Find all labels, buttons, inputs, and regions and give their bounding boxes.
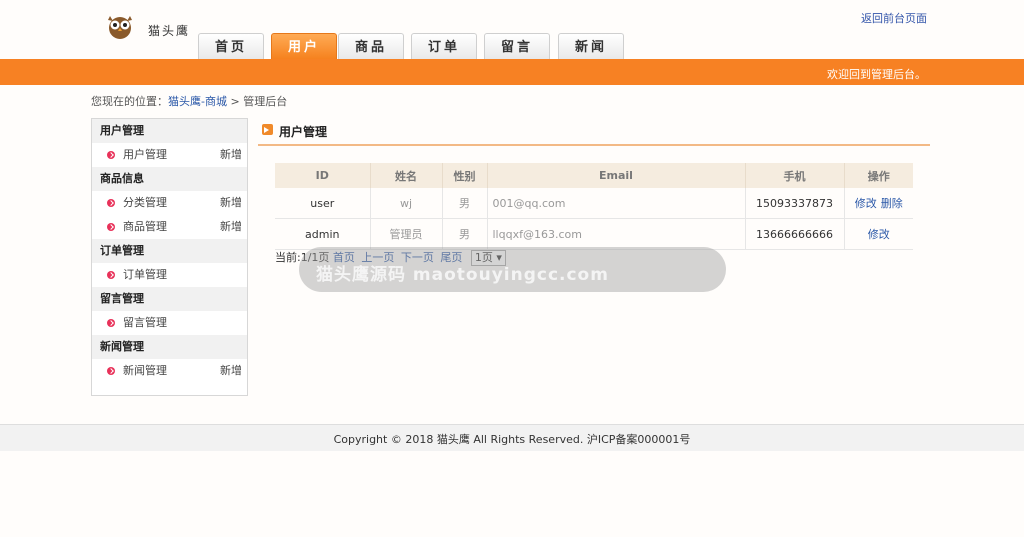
watermark-text: 猫头鹰源码 maotouyingcc.com: [316, 265, 609, 285]
tab-orders[interactable]: 订单: [411, 33, 477, 59]
sidebar-item-news-management[interactable]: 新闻管理 新增: [92, 359, 247, 383]
bullet-icon: [107, 319, 115, 327]
back-to-frontend-link[interactable]: 返回前台页面: [861, 10, 927, 26]
title-divider: [258, 144, 930, 146]
edit-link[interactable]: 修改: [868, 228, 890, 241]
tab-products[interactable]: 商品: [338, 33, 404, 59]
tab-users[interactable]: 用户: [271, 33, 337, 60]
bullet-icon: [107, 223, 115, 231]
breadcrumb-separator: >: [230, 95, 240, 108]
table-header: ID 姓名 性别 Email 手机 操作: [275, 163, 913, 188]
sidebar-group-news: 新闻管理: [92, 335, 247, 359]
cell-id: user: [275, 188, 371, 219]
delete-link[interactable]: 删除: [881, 197, 903, 210]
cell-gender: 男: [442, 218, 488, 250]
cell-email: 001@qq.com: [487, 188, 746, 219]
add-category-link[interactable]: 新增: [220, 191, 242, 215]
sidebar-item-label[interactable]: 新闻管理: [123, 364, 167, 377]
table-row: user wj 男 001@qq.com 15093337873 修改 删除: [275, 188, 913, 219]
add-product-link[interactable]: 新增: [220, 215, 242, 239]
logo-text: 猫头鹰: [148, 24, 191, 38]
bullet-icon: [107, 151, 115, 159]
sidebar-item-label[interactable]: 留言管理: [123, 316, 167, 329]
cell-name: wj: [370, 188, 443, 219]
cell-phone: 15093337873: [745, 188, 845, 219]
sidebar-item-label[interactable]: 用户管理: [123, 148, 167, 161]
sidebar-group-users: 用户管理: [92, 119, 247, 143]
tab-news[interactable]: 新闻: [558, 33, 624, 59]
cell-phone: 13666666666: [745, 218, 845, 250]
sidebar-group-messages: 留言管理: [92, 287, 247, 311]
user-table: ID 姓名 性别 Email 手机 操作 user wj 男 001@qq.co…: [275, 163, 913, 250]
breadcrumb-prefix: 您现在的位置：: [91, 95, 168, 108]
sidebar: 用户管理 用户管理 新增 商品信息 分类管理 新增 商品管理 新增 订单管理 订…: [91, 118, 248, 396]
cell-id: admin: [275, 218, 371, 250]
cell-name: 管理员: [370, 218, 443, 250]
edit-link[interactable]: 修改: [855, 197, 877, 210]
sidebar-group-orders: 订单管理: [92, 239, 247, 263]
add-news-link[interactable]: 新增: [220, 359, 242, 383]
sidebar-item-label[interactable]: 订单管理: [123, 268, 167, 281]
page-title: 用户管理: [262, 123, 327, 140]
column-header: ID: [275, 163, 371, 188]
column-header: 性别: [442, 163, 488, 188]
cell-actions: 修改: [844, 218, 913, 250]
footer-copyright: Copyright © 2018 猫头鹰 All Rights Reserved…: [333, 433, 691, 446]
column-header: 操作: [844, 163, 913, 188]
cell-email: llqqxf@163.com: [487, 218, 746, 250]
column-header: Email: [487, 163, 746, 188]
tab-home[interactable]: 首页: [198, 33, 264, 59]
cell-gender: 男: [442, 188, 488, 219]
owl-logo-icon: [108, 16, 132, 39]
sidebar-item-label[interactable]: 分类管理: [123, 196, 167, 209]
cell-actions: 修改 删除: [844, 188, 913, 219]
sidebar-item-product-management[interactable]: 商品管理 新增: [92, 215, 247, 239]
breadcrumb-home-link[interactable]: 猫头鹰-商城: [168, 95, 227, 108]
breadcrumb: 您现在的位置：猫头鹰-商城 > 管理后台: [91, 93, 287, 109]
bullet-icon: [107, 271, 115, 279]
sidebar-item-label[interactable]: 商品管理: [123, 220, 167, 233]
sidebar-item-order-management[interactable]: 订单管理: [92, 263, 247, 287]
table-row: admin 管理员 男 llqqxf@163.com 13666666666 修…: [275, 218, 913, 250]
breadcrumb-current: 管理后台: [243, 95, 288, 108]
sidebar-item-category-management[interactable]: 分类管理 新增: [92, 191, 247, 215]
page-title-text: 用户管理: [279, 125, 328, 139]
welcome-text: 欢迎回到管理后台。: [827, 68, 926, 81]
bullet-icon: [107, 199, 115, 207]
arrow-right-icon: [262, 124, 273, 135]
column-header: 手机: [745, 163, 845, 188]
sidebar-item-user-management[interactable]: 用户管理 新增: [92, 143, 247, 167]
add-user-link[interactable]: 新增: [220, 143, 242, 167]
column-header: 姓名: [370, 163, 443, 188]
sidebar-item-message-management[interactable]: 留言管理: [92, 311, 247, 335]
sidebar-group-products: 商品信息: [92, 167, 247, 191]
tab-messages[interactable]: 留言: [484, 33, 550, 59]
bullet-icon: [107, 367, 115, 375]
